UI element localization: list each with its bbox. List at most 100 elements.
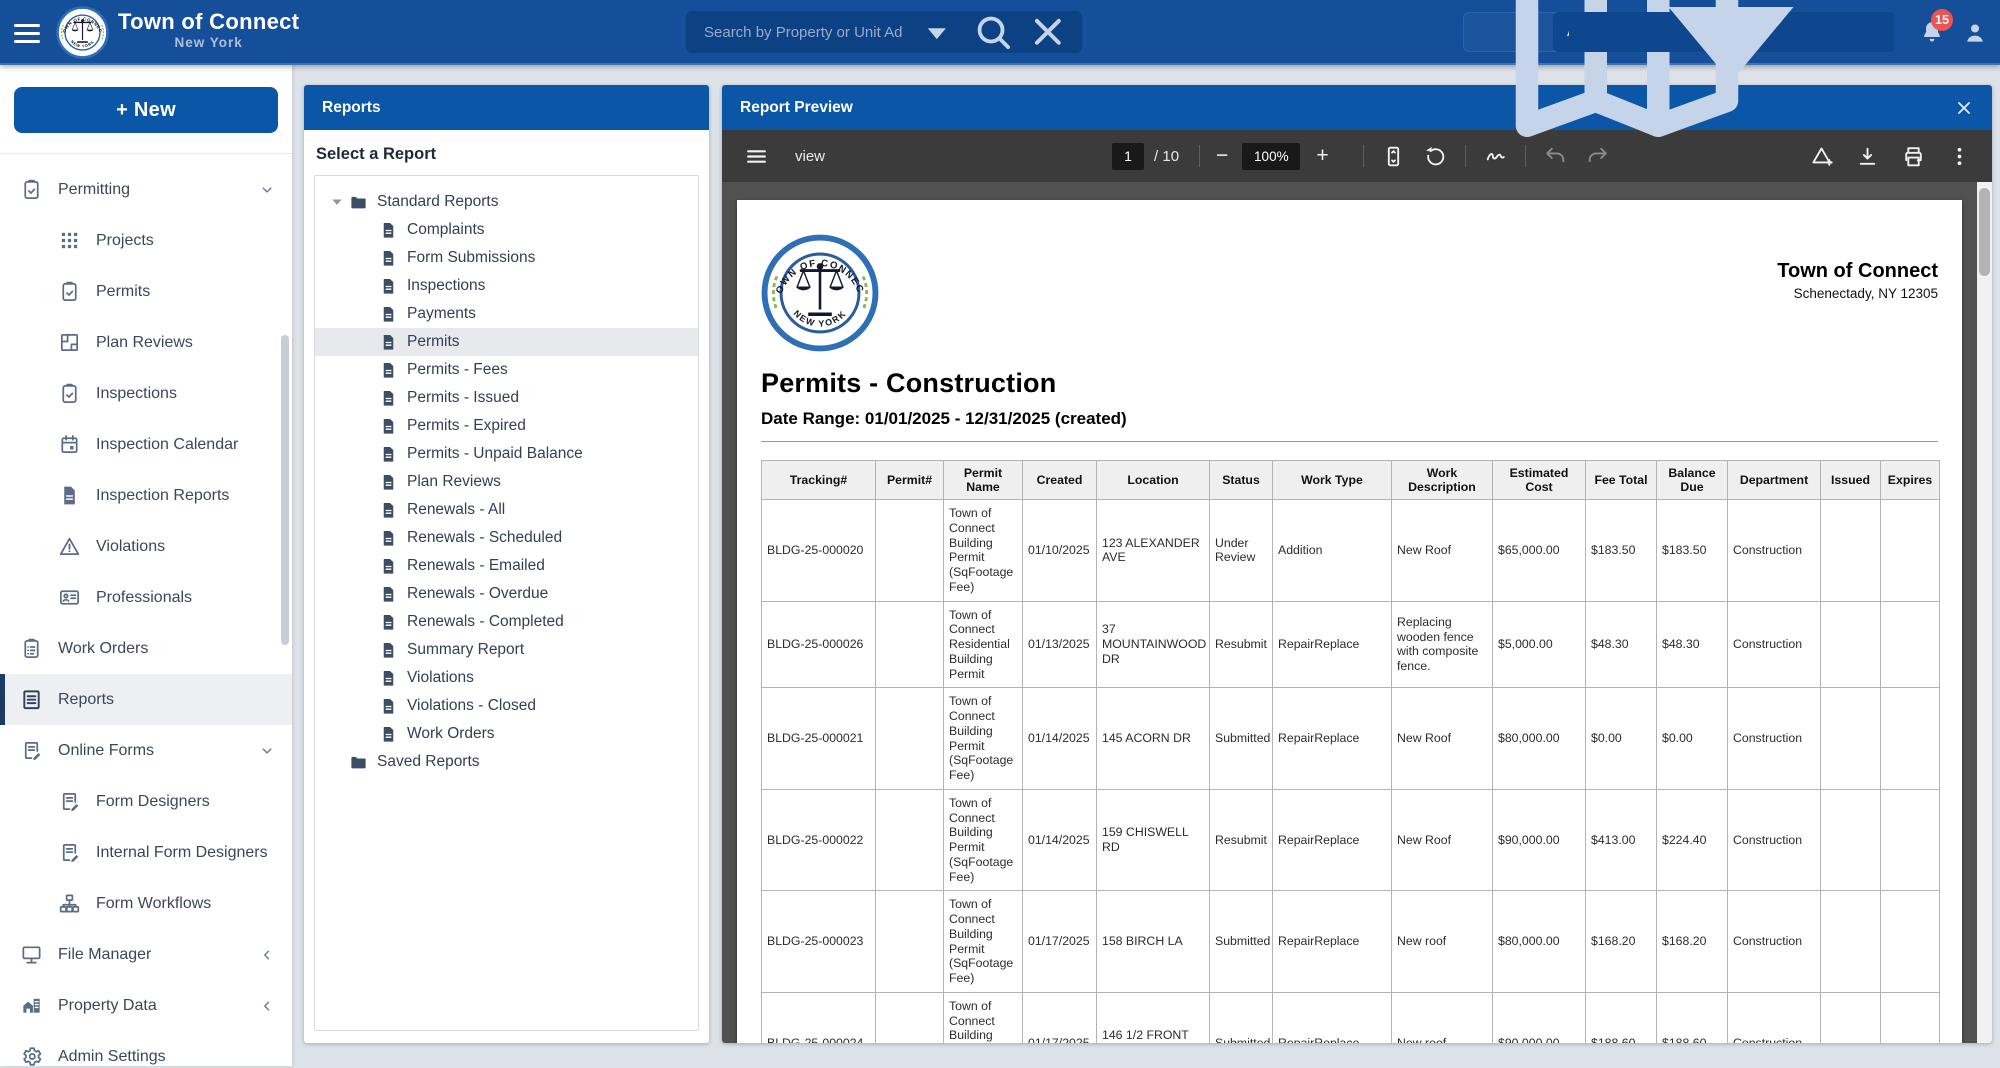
report-doc-icon	[379, 557, 398, 576]
tree-item-permits-fees[interactable]: Permits - Fees	[315, 356, 698, 384]
role-selector[interactable]: Assessor, Child Care Services, Clerk, ..…	[1553, 7, 1895, 82]
search-input[interactable]	[704, 23, 903, 41]
column-header-issued: Issued	[1820, 460, 1881, 500]
tree-item-renewals-scheduled[interactable]: Renewals - Scheduled	[315, 524, 698, 552]
user-avatar-button[interactable]	[1962, 20, 1988, 46]
search-icon[interactable]	[971, 10, 1015, 54]
sidebar-item-violations[interactable]: Violations	[0, 521, 292, 572]
sidebar-item-permits[interactable]: Permits	[0, 266, 292, 317]
sidebar-item-property-data[interactable]: Property Data	[0, 980, 292, 1031]
menu-button[interactable]	[14, 16, 50, 50]
sidebar-item-inspection-reports[interactable]: Inspection Reports	[0, 470, 292, 521]
sidebar-item-label: Permits	[96, 282, 151, 300]
report-doc-icon	[379, 333, 398, 352]
tree-item-permits-issued[interactable]: Permits - Issued	[315, 384, 698, 412]
chevron-left-icon	[258, 946, 276, 964]
tree-item-renewals-emailed[interactable]: Renewals - Emailed	[315, 552, 698, 580]
calendar-icon	[58, 433, 81, 456]
notifications-button[interactable]: 15	[1919, 9, 1953, 49]
column-header-work-description: Work Description	[1391, 460, 1493, 500]
column-header-estimated-cost: Estimated Cost	[1492, 460, 1586, 500]
column-header-permit: Permit#	[875, 460, 944, 500]
select-report-label: Select a Report	[316, 145, 437, 163]
tree-item-permits[interactable]: Permits	[315, 328, 698, 356]
tree-item-renewals-all[interactable]: Renewals - All	[315, 496, 698, 524]
sidebar-item-professionals[interactable]: Professionals	[0, 572, 292, 623]
expander-caret-icon[interactable]	[327, 192, 347, 212]
column-header-expires: Expires	[1880, 460, 1940, 500]
column-header-permit-name: Permit Name	[943, 460, 1023, 500]
sidebar-item-file-manager[interactable]: File Manager	[0, 929, 292, 980]
property-icon	[20, 994, 43, 1017]
tree-item-saved-reports[interactable]: Saved Reports	[315, 748, 698, 776]
close-icon[interactable]	[1954, 98, 1974, 118]
sidebar-item-permitting[interactable]: Permitting	[0, 164, 292, 215]
sidebar-item-inspection-calendar[interactable]: Inspection Calendar	[0, 419, 292, 470]
zoom-level-value[interactable]: 100%	[1242, 142, 1301, 170]
fit-to-page-icon[interactable]	[1381, 144, 1406, 169]
tree-item-plan-reviews[interactable]: Plan Reviews	[315, 468, 698, 496]
sidebar-item-inspections[interactable]: Inspections	[0, 368, 292, 419]
tree-item-permits-unpaid-balance[interactable]: Permits - Unpaid Balance	[315, 440, 698, 468]
tree-item-summary-report[interactable]: Summary Report	[315, 636, 698, 664]
sidebar-item-form-workflows[interactable]: Form Workflows	[0, 878, 292, 929]
sidebar-item-label: Form Workflows	[96, 894, 212, 912]
tree-item-violations-closed[interactable]: Violations - Closed	[315, 692, 698, 720]
folder-icon	[349, 753, 368, 772]
print-icon[interactable]	[1901, 144, 1926, 169]
tree-item-label: Inspections	[407, 277, 486, 294]
pdf-menu-icon[interactable]	[744, 144, 769, 169]
menu-icon	[14, 23, 40, 27]
zoom-out-button[interactable]: −	[1216, 145, 1228, 166]
pdf-viewer: view / 10 − 100% + TOWN OF CONNECT NEW Y…	[722, 130, 1992, 1043]
tree-item-inspections[interactable]: Inspections	[315, 272, 698, 300]
tree-item-complaints[interactable]: Complaints	[315, 216, 698, 244]
document-date-range: Date Range: 01/01/2025 - 12/31/2025 (cre…	[761, 409, 1938, 442]
sidebar-scrollbar[interactable]	[281, 335, 289, 645]
sidebar-item-label: Property Data	[58, 996, 157, 1014]
sidebar-item-projects[interactable]: Projects	[0, 215, 292, 266]
zoom-in-button[interactable]: +	[1316, 145, 1328, 166]
chevron-down-icon	[258, 742, 276, 760]
reports-panel: Reports Select a Report Standard Reports…	[304, 85, 709, 1043]
clipboard-list-icon	[20, 637, 43, 660]
report-doc-icon	[379, 249, 398, 268]
notification-badge: 15	[1931, 9, 1953, 31]
new-button[interactable]: + New	[14, 87, 278, 133]
tree-item-renewals-completed[interactable]: Renewals - Completed	[315, 608, 698, 636]
sidebar-item-label: Reports	[58, 690, 115, 708]
sidebar-item-label: Inspections	[96, 384, 177, 402]
tree-item-standard-reports[interactable]: Standard Reports	[315, 188, 698, 216]
table-row: BLDG-25-000022 Town of Connect Building P…	[761, 788, 1940, 892]
clear-search-icon[interactable]	[1026, 10, 1070, 54]
tree-item-violations[interactable]: Violations	[315, 664, 698, 692]
sidebar-item-admin-settings[interactable]: Admin Settings	[0, 1031, 292, 1066]
pdf-scrollbar-thumb[interactable]	[1979, 188, 1990, 276]
search-dropdown-caret-icon[interactable]	[915, 10, 959, 54]
sidebar-item-reports[interactable]: Reports	[0, 674, 292, 725]
tree-item-label: Permits	[407, 333, 460, 350]
tree-item-label: Violations	[407, 669, 474, 686]
id-card-icon	[58, 586, 81, 609]
sidebar-item-online-forms[interactable]: Online Forms	[0, 725, 292, 776]
folder-icon	[349, 193, 368, 212]
sidebar-item-plan-reviews[interactable]: Plan Reviews	[0, 317, 292, 368]
page-number-input[interactable]	[1112, 142, 1145, 170]
tree-item-payments[interactable]: Payments	[315, 300, 698, 328]
monitor-icon	[20, 943, 43, 966]
sidebar-item-label: Admin Settings	[58, 1047, 166, 1065]
sidebar-item-label: Form Designers	[96, 792, 210, 810]
sidebar-item-label: Inspection Calendar	[96, 435, 239, 453]
sidebar-item-internal-form-designers[interactable]: Internal Form Designers	[0, 827, 292, 878]
tree-item-work-orders[interactable]: Work Orders	[315, 720, 698, 748]
rotate-counterclockwise-icon[interactable]	[1423, 144, 1448, 169]
sidebar-item-work-orders[interactable]: Work Orders	[0, 623, 292, 674]
tree-item-form-submissions[interactable]: Form Submissions	[315, 244, 698, 272]
more-options-icon[interactable]	[1947, 144, 1972, 169]
tree-item-renewals-overdue[interactable]: Renewals - Overdue	[315, 580, 698, 608]
report-doc-icon	[379, 389, 398, 408]
tree-item-permits-expired[interactable]: Permits - Expired	[315, 412, 698, 440]
report-doc-icon	[379, 529, 398, 548]
document-town-seal: TOWN OF CONNECT NEW YORK	[757, 226, 879, 352]
sidebar-item-form-designers[interactable]: Form Designers	[0, 776, 292, 827]
